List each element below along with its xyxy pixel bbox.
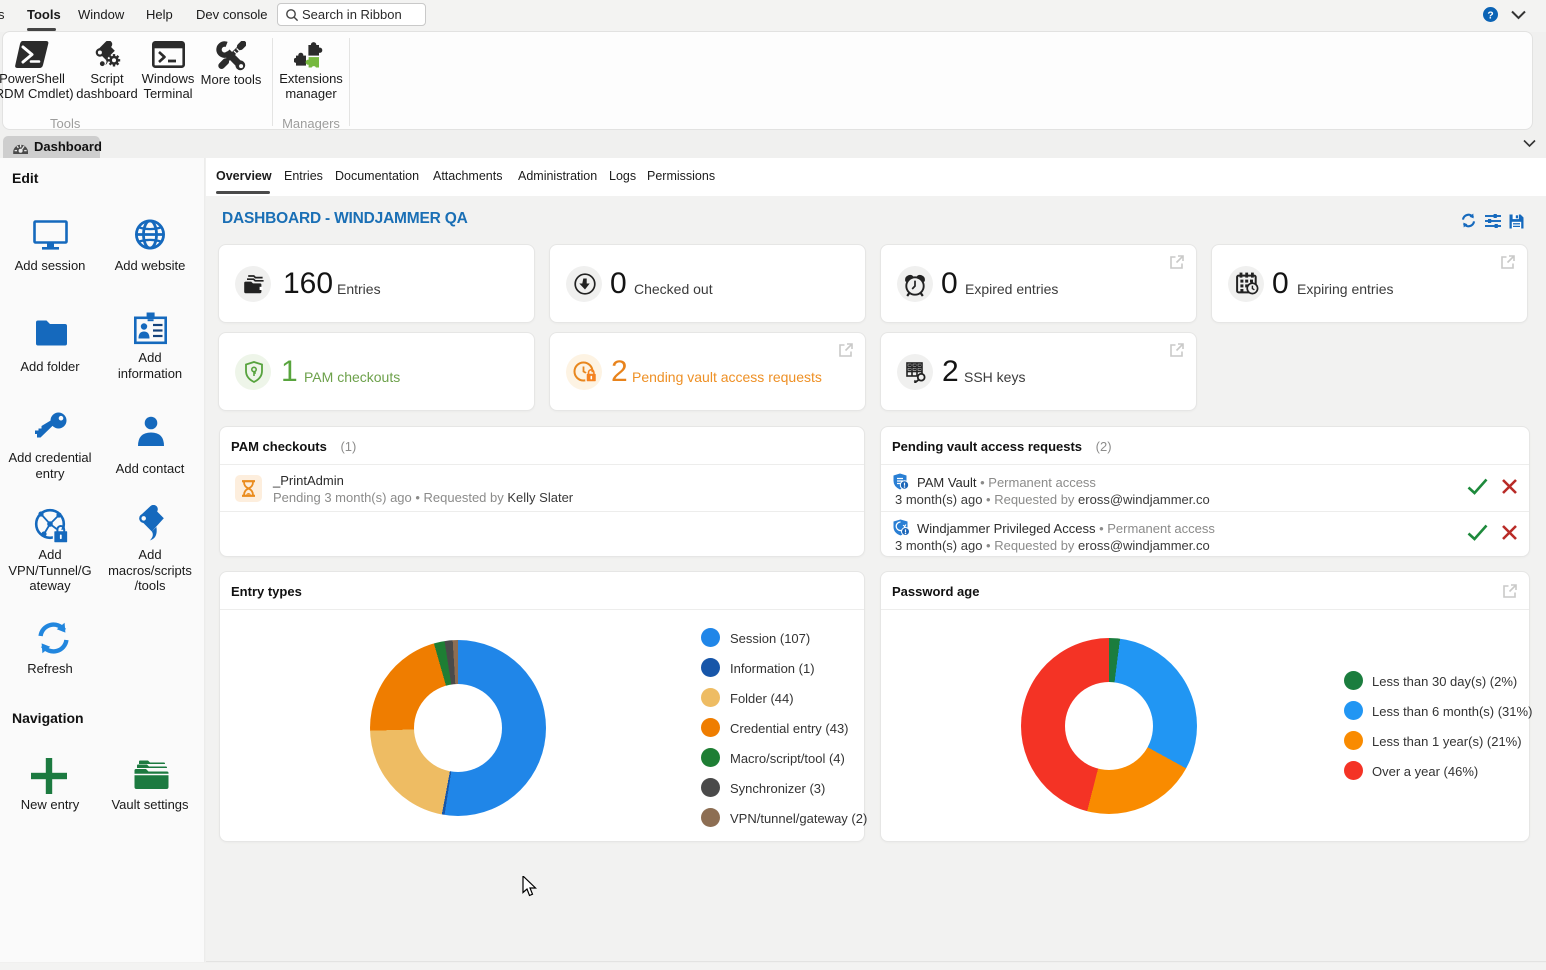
svg-text:?: ? [1487,10,1493,21]
